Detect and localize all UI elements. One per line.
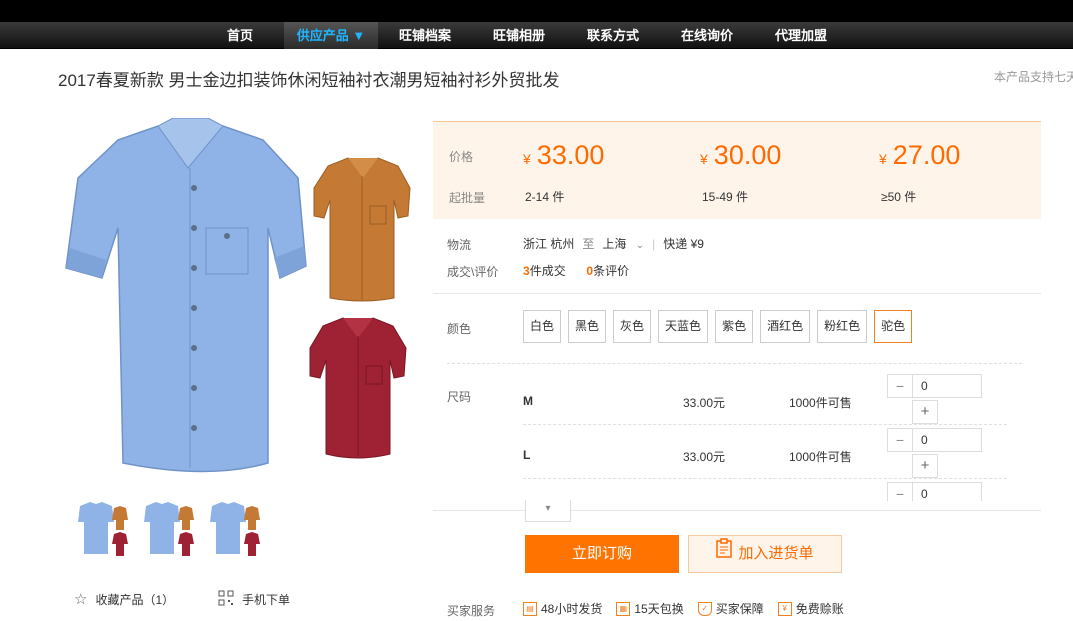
page-title: 2017春夏新款 男士金边扣装饰休闲短袖衬衣潮男短袖衬衫外贸批发 (58, 71, 560, 90)
nav-products[interactable]: 供应产品 ▼ (284, 22, 378, 49)
nav-home[interactable]: 首页 (204, 22, 276, 49)
decrease-button[interactable]: − (887, 482, 913, 501)
size-list[interactable]: M 33.00元 1000件可售 − 0 + L 33.00元 1000件可售 … (447, 370, 1012, 501)
orange-shirt-illustration (313, 157, 411, 302)
color-option-black[interactable]: 黑色 (568, 310, 607, 343)
truck-icon: ▤ (523, 601, 537, 616)
ship-destination-select[interactable]: 上海 ⌄ (602, 235, 644, 252)
logistics-row: 浙江 杭州 至 上海 ⌄ | 快递 ¥9 (523, 235, 704, 252)
service-free-credit[interactable]: ¥ 免费赊账 (777, 600, 844, 617)
color-option-pink[interactable]: 粉红色 (817, 310, 868, 343)
quantity-input[interactable]: 0 (912, 428, 982, 452)
quantity-input[interactable]: 0 (912, 374, 982, 398)
favorite-product[interactable]: ☆ 收藏产品（1） (74, 590, 174, 608)
thumbnail-2[interactable] (140, 500, 196, 558)
services-label: 买家服务 (447, 604, 496, 618)
add-to-cart-label: 加入进货单 (738, 545, 814, 562)
price-tier-3: ¥27.00 (879, 140, 961, 170)
thumbnail-strip (74, 500, 262, 558)
price-panel: 价格 起批量 ¥33.00 ¥30.00 ¥27.00 2-14 件 15-49… (433, 121, 1041, 219)
shipping-fee: 快递 ¥9 (663, 237, 704, 251)
dashed-divider (447, 363, 1022, 364)
favorite-label: 收藏产品（1） (95, 592, 175, 607)
deals-row: 3件成交 0条评价 (523, 264, 630, 278)
calendar-icon: ▦ (616, 601, 631, 616)
moq-tier-3: ≥50 件 (881, 190, 917, 204)
main-product-image[interactable] (58, 117, 418, 483)
moq-label: 起批量 (449, 191, 486, 205)
nav-store-album[interactable]: 旺铺相册 (472, 22, 566, 49)
color-option-white[interactable]: 白色 (523, 310, 562, 343)
size-row-m: M 33.00元 1000件可售 − 0 + (447, 370, 1012, 425)
color-option-gray[interactable]: 灰色 (613, 310, 652, 343)
qr-code-icon (218, 590, 234, 609)
size-row-l: L 33.00元 1000件可售 − 0 + (447, 424, 1012, 479)
nav-store-profile[interactable]: 旺铺档案 (378, 22, 472, 49)
color-option-sky-blue[interactable]: 天蓝色 (658, 310, 709, 343)
service-48h-shipping[interactable]: ▤ 48小时发货 (523, 600, 602, 617)
deal-count: 3 (523, 264, 530, 278)
nav-inquiry[interactable]: 在线询价 (660, 22, 754, 49)
ship-to-word: 至 (582, 237, 595, 251)
support-notice: 本产品支持七天 (994, 70, 1073, 84)
chevron-down-icon: ⌄ (635, 240, 645, 251)
price-tier-2: ¥30.00 (700, 140, 782, 170)
moq-tier-2: 15-49 件 (702, 190, 749, 204)
buy-now-button[interactable]: 立即订购 (525, 535, 679, 573)
color-label: 颜色 (447, 322, 472, 336)
price-tier-1: ¥33.00 (523, 140, 605, 170)
buyer-services: ▤ 48小时发货 ▦ 15天包换 ✓ 买家保障 ¥ 免费赊账 (523, 600, 844, 617)
quantity-input[interactable]: 0 (912, 482, 982, 501)
review-link[interactable]: 条评价 (593, 264, 629, 278)
moq-tier-1: 2-14 件 (525, 190, 565, 204)
add-to-cart-button[interactable]: 加入进货单 (688, 535, 842, 573)
size-row-next: − 0 (447, 478, 1012, 501)
decrease-button[interactable]: − (887, 428, 913, 452)
color-option-wine-red[interactable]: 酒红色 (760, 310, 811, 343)
shield-icon: ✓ (697, 601, 712, 616)
logistics-label: 物流 (447, 238, 472, 252)
separator: | (652, 236, 656, 251)
mobile-order[interactable]: 手机下单 (218, 590, 290, 609)
decrease-button[interactable]: − (887, 374, 913, 398)
deals-label: 成交\评价 (447, 265, 499, 279)
color-options: 白色 黑色 灰色 天蓝色 紫色 酒红色 粉红色 驼色 (523, 310, 913, 343)
thumbnail-3[interactable] (206, 500, 262, 558)
coin-icon: ¥ (777, 601, 792, 616)
color-option-camel[interactable]: 驼色 (874, 310, 913, 343)
color-option-purple[interactable]: 紫色 (715, 310, 754, 343)
expand-sizes-button[interactable]: ▾ (525, 500, 571, 522)
mobile-order-label: 手机下单 (242, 593, 291, 607)
service-buyer-protection[interactable]: ✓ 买家保障 (697, 600, 764, 617)
section-divider (433, 293, 1041, 294)
nav-contact[interactable]: 联系方式 (566, 22, 660, 49)
main-nav: 首页 供应产品 ▼ 旺铺档案 旺铺相册 联系方式 在线询价 代理加盟 (0, 22, 1073, 49)
thumbnail-1[interactable] (74, 500, 130, 558)
price-label: 价格 (449, 150, 474, 164)
service-15day-exchange[interactable]: ▦ 15天包换 (616, 600, 684, 617)
chevron-down-icon: ▾ (545, 503, 551, 514)
top-black-bar (0, 0, 1073, 22)
ship-from: 浙江 杭州 (523, 237, 575, 251)
clipboard-icon (716, 536, 733, 572)
red-shirt-illustration (309, 317, 407, 459)
increase-button[interactable]: + (912, 454, 938, 478)
blue-shirt-illustration (65, 117, 307, 473)
nav-agent[interactable]: 代理加盟 (754, 22, 848, 49)
increase-button[interactable]: + (912, 400, 938, 424)
star-icon: ☆ (74, 591, 88, 608)
